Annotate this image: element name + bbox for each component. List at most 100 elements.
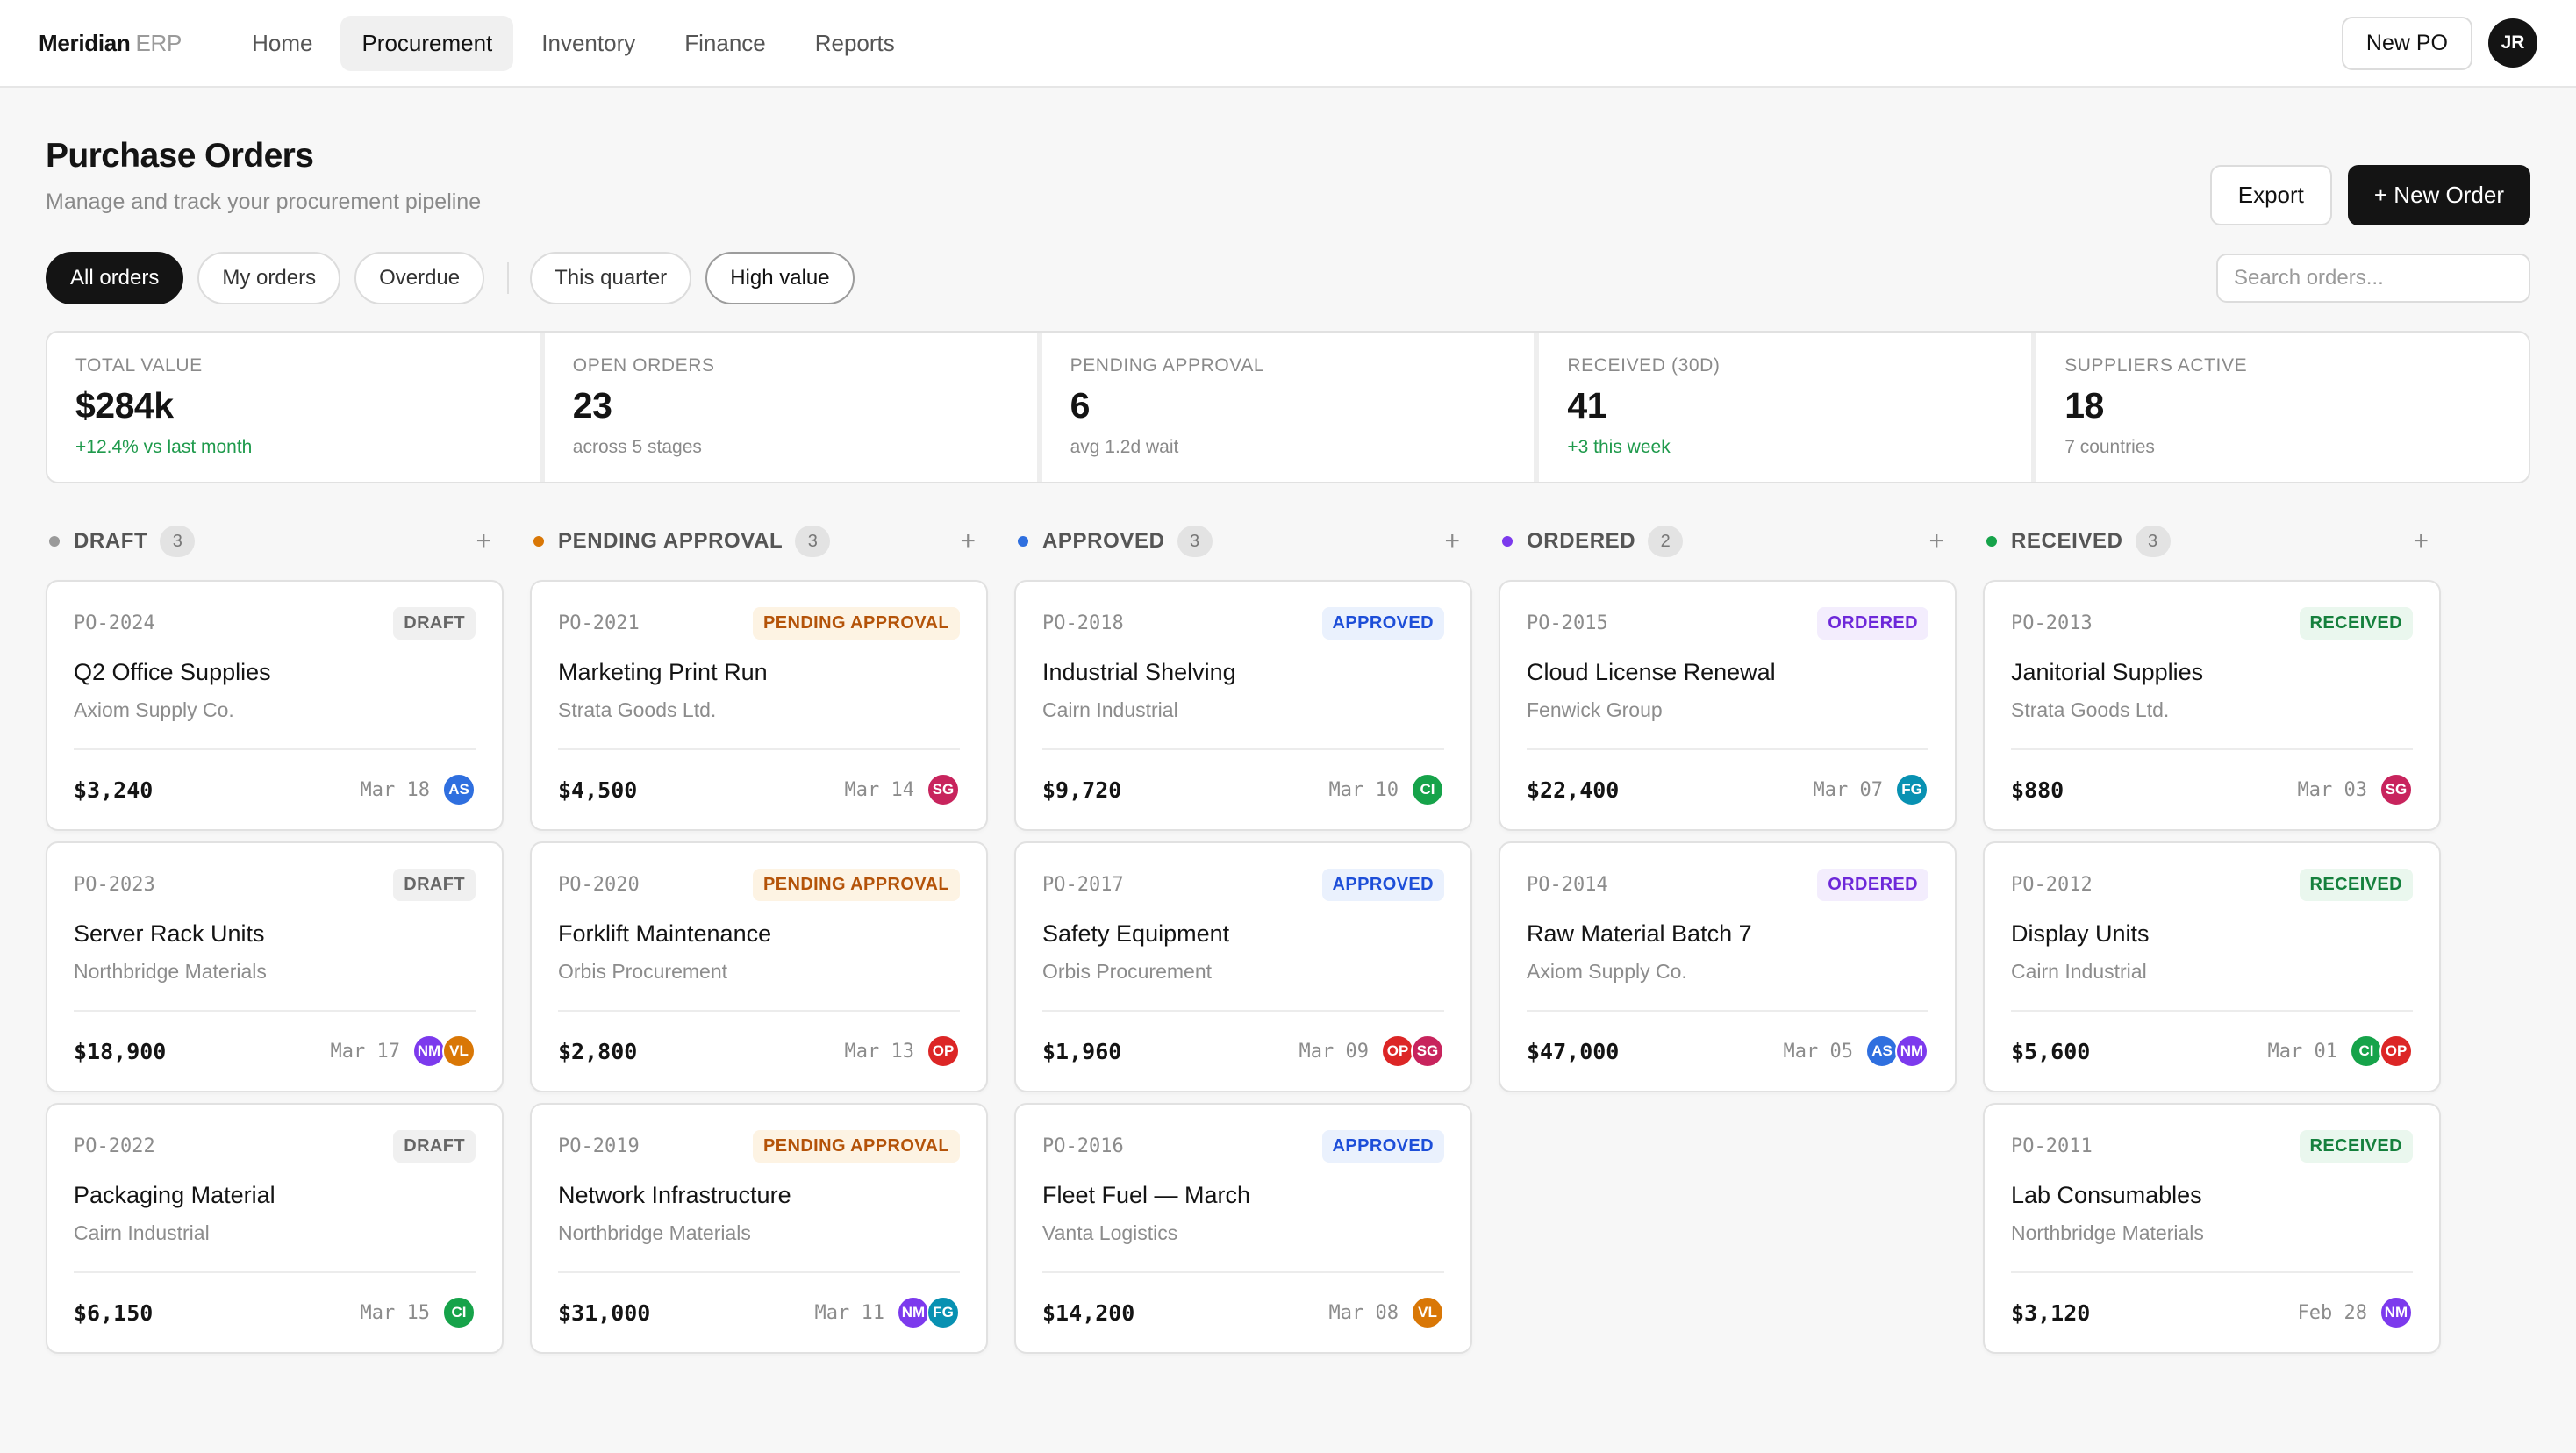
card-header: PO-2023 DRAFT: [74, 868, 476, 901]
assignee-avatars: AS NM: [1865, 1034, 1928, 1068]
order-card[interactable]: PO-2013 RECEIVED Janitorial Supplies Strata…: [1983, 580, 2441, 831]
add-card-icon[interactable]: +: [476, 526, 500, 556]
avatar[interactable]: OP: [1381, 1034, 1414, 1068]
new-po-button[interactable]: New PO: [2341, 16, 2472, 70]
add-card-icon[interactable]: +: [960, 526, 984, 556]
search-input[interactable]: Search orders...: [2216, 254, 2530, 303]
avatar[interactable]: NM: [897, 1296, 930, 1329]
order-date: Mar 13: [844, 1040, 914, 1063]
supplier-name: Orbis Procurement: [1042, 960, 1213, 983]
stat-label: PENDING APPROVAL: [1070, 355, 1265, 376]
order-amount: $3,240: [74, 777, 154, 803]
order-card[interactable]: PO-2023 DRAFT Server Rack Units Northbridge…: [46, 841, 504, 1092]
order-card[interactable]: PO-2014 ORDERED Raw Material Batch 7 Axiom …: [1499, 841, 1957, 1092]
status-badge: PENDING APPROVAL: [753, 868, 960, 901]
brand-suffix: ERP: [135, 29, 182, 56]
avatar[interactable]: NM: [1895, 1034, 1928, 1068]
supplier-name: Vanta Logistics: [1042, 1221, 1178, 1244]
card-footer: $9,720 Mar 10 CI: [1042, 773, 1444, 806]
order-amount: $6,150: [74, 1299, 154, 1326]
filter-chip-all-orders[interactable]: All orders: [46, 252, 184, 304]
stats-summary: TOTAL VALUE $284k +12.4% vs last month OPEN…: [46, 331, 2530, 483]
card-header: PO-2014 ORDERED: [1527, 868, 1928, 901]
order-card[interactable]: PO-2019 PENDING APPROVAL Network Infrastru…: [530, 1103, 988, 1354]
avatar[interactable]: AS: [1865, 1034, 1899, 1068]
brand-name: Meridian: [39, 29, 131, 56]
avatar[interactable]: AS: [442, 773, 476, 806]
card-header: PO-2022 DRAFT: [74, 1129, 476, 1163]
order-date: Mar 09: [1299, 1040, 1369, 1063]
page-subtitle: Manage and track your procurement pipeli…: [46, 190, 482, 214]
avatar[interactable]: CI: [442, 1296, 476, 1329]
assignee-avatars: NM VL: [412, 1034, 476, 1068]
order-card[interactable]: PO-2012 RECEIVED Display Units Cairn Indust…: [1983, 841, 2441, 1092]
avatar[interactable]: SG: [927, 773, 960, 806]
avatar[interactable]: SG: [2379, 773, 2413, 806]
avatar[interactable]: OP: [927, 1034, 960, 1068]
brand-logo[interactable]: Meridian ERP: [39, 30, 182, 57]
order-card[interactable]: PO-2024 DRAFT Q2 Office Supplies Axiom Supp…: [46, 580, 504, 831]
assignee-avatars: FG: [1895, 773, 1928, 806]
avatar[interactable]: NM: [2379, 1296, 2413, 1329]
avatar[interactable]: OP: [2379, 1034, 2413, 1068]
avatar[interactable]: SG: [1411, 1034, 1444, 1068]
filter-chip-this-quarter[interactable]: This quarter: [530, 252, 692, 304]
avatar[interactable]: FG: [1895, 773, 1928, 806]
nav-item-reports[interactable]: Reports: [794, 16, 916, 71]
status-dot-icon: [533, 536, 544, 547]
card-footer: $31,000 Mar 11 NM FG: [558, 1296, 960, 1329]
stat-card: PENDING APPROVAL 6 avg 1.2d wait: [1041, 333, 1535, 482]
status-dot-icon: [1018, 536, 1028, 547]
avatar[interactable]: VL: [1411, 1296, 1444, 1329]
order-card[interactable]: PO-2021 PENDING APPROVAL Marketing Print R…: [530, 580, 988, 831]
new-order-button[interactable]: + New Order: [2347, 165, 2530, 225]
topbar-actions: New PO JR: [2341, 16, 2537, 70]
card-divider: [1527, 1010, 1928, 1012]
order-date: Mar 18: [360, 778, 430, 801]
filter-chip-high-value[interactable]: High value: [705, 252, 855, 304]
order-card[interactable]: PO-2011 RECEIVED Lab Consumables Northbridg…: [1983, 1103, 2441, 1354]
card-divider: [558, 1271, 960, 1273]
order-date: Mar 07: [1813, 778, 1883, 801]
card-divider: [1042, 1010, 1444, 1012]
user-avatar[interactable]: JR: [2488, 18, 2537, 68]
card-header: PO-2021 PENDING APPROVAL: [558, 606, 960, 640]
page-header: Purchase Orders Manage and track your pr…: [46, 137, 2530, 225]
add-card-icon[interactable]: +: [1444, 526, 1469, 556]
status-badge: RECEIVED: [2299, 868, 2413, 901]
add-card-icon[interactable]: +: [2413, 526, 2437, 556]
avatar[interactable]: CI: [1411, 773, 1444, 806]
stat-note: +12.4% vs last month: [75, 437, 253, 457]
order-title: Network Infrastructure: [558, 1182, 791, 1208]
order-title: Display Units: [2011, 920, 2150, 947]
avatar[interactable]: FG: [927, 1296, 960, 1329]
po-number: PO-2021: [558, 612, 640, 634]
stat-card: TOTAL VALUE $284k +12.4% vs last month: [47, 333, 540, 482]
order-card[interactable]: PO-2022 DRAFT Packaging Material Cairn Indu…: [46, 1103, 504, 1354]
order-card[interactable]: PO-2017 APPROVED Safety Equipment Orbis Pro…: [1014, 841, 1472, 1092]
nav-item-home[interactable]: Home: [231, 16, 333, 71]
card-footer: $5,600 Mar 01 CI OP: [2011, 1034, 2413, 1068]
order-card[interactable]: PO-2015 ORDERED Cloud License Renewal Fenwi…: [1499, 580, 1957, 831]
avatar[interactable]: VL: [442, 1034, 476, 1068]
order-title: Industrial Shelving: [1042, 659, 1236, 685]
filter-chip-overdue[interactable]: Overdue: [354, 252, 485, 304]
filter-chip-my-orders[interactable]: My orders: [197, 252, 341, 304]
order-card[interactable]: PO-2018 APPROVED Industrial Shelving Cairn …: [1014, 580, 1472, 831]
add-card-icon[interactable]: +: [1928, 526, 1953, 556]
nav-item-inventory[interactable]: Inventory: [520, 16, 656, 71]
avatar[interactable]: NM: [412, 1034, 446, 1068]
po-number: PO-2020: [558, 873, 640, 896]
po-number: PO-2018: [1042, 612, 1124, 634]
nav-item-finance[interactable]: Finance: [663, 16, 787, 71]
order-card[interactable]: PO-2016 APPROVED Fleet Fuel — March Vanta L…: [1014, 1103, 1472, 1354]
nav-item-procurement[interactable]: Procurement: [340, 15, 514, 71]
export-button[interactable]: Export: [2209, 165, 2332, 225]
kanban-column-received: RECEIVED 3 + PO-2013 RECEIVED Janitorial Supp…: [1983, 524, 2441, 1364]
status-badge: DRAFT: [393, 868, 476, 901]
avatar[interactable]: CI: [2350, 1034, 2383, 1068]
column-count-badge: 3: [160, 526, 196, 557]
order-card[interactable]: PO-2020 PENDING APPROVAL Forklift Maintena…: [530, 841, 988, 1092]
status-badge: APPROVED: [1321, 606, 1444, 640]
order-title: Packaging Material: [74, 1182, 275, 1208]
